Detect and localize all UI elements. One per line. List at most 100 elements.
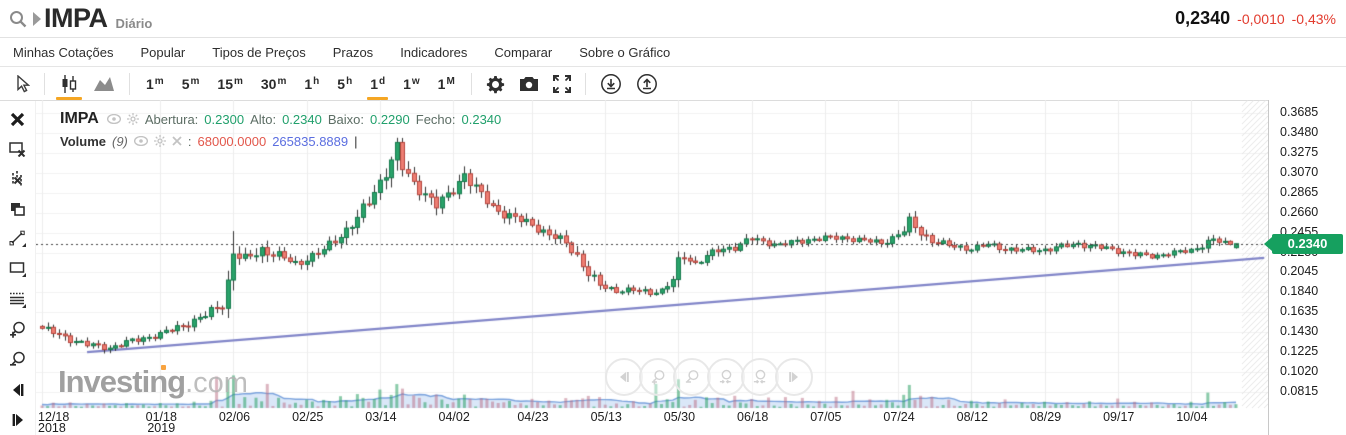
pan-right-icon[interactable]	[775, 358, 813, 396]
interval-1h[interactable]: 1h	[295, 68, 328, 101]
volume-separator: :	[188, 134, 192, 149]
toolbar-separator	[44, 73, 45, 95]
chevron-right-icon	[32, 12, 42, 26]
x-axis-label: 09/17	[1096, 412, 1142, 423]
pan-right-icon[interactable]	[7, 409, 29, 431]
high-value: 0.2340	[282, 112, 322, 127]
menu-comparar[interactable]: Comparar	[494, 45, 552, 60]
y-axis-label: 0.2045	[1280, 264, 1318, 278]
gear-icon[interactable]	[154, 135, 166, 147]
close-label: Fecho:	[416, 112, 456, 127]
settings-gear-icon[interactable]	[479, 68, 512, 101]
chart-nav-controls	[605, 358, 809, 396]
camera-snapshot-icon[interactable]	[512, 68, 546, 101]
x-axis-label: 12/182018	[38, 412, 84, 434]
interval-1d[interactable]: 1d	[361, 68, 394, 101]
y-axis-label: 0.1840	[1280, 284, 1318, 298]
upload-chart-icon[interactable]	[629, 68, 665, 101]
open-label: Abertura:	[145, 112, 198, 127]
menu-prazos[interactable]: Prazos	[333, 45, 373, 60]
volume-label: Volume	[60, 134, 106, 149]
trendline-tool-icon[interactable]	[7, 228, 29, 250]
menu-sobre-o-grafico[interactable]: Sobre o Gráfico	[579, 45, 670, 60]
pan-left-icon[interactable]	[605, 358, 643, 396]
zoom-expand-icon[interactable]	[707, 358, 745, 396]
y-axis-label: 0.1430	[1280, 324, 1318, 338]
zoom-out-icon[interactable]	[7, 349, 29, 371]
y-axis-label: 0.3275	[1280, 145, 1318, 159]
interval-1M[interactable]: 1M	[429, 68, 464, 101]
toolbar-separator	[129, 73, 130, 95]
interval-5m[interactable]: 5m	[173, 68, 209, 101]
pan-left-icon[interactable]	[7, 379, 29, 401]
interval-1m[interactable]: 1m	[137, 68, 173, 101]
chart-toolbar: 1m 5m 15m 30m 1h 5h 1d 1w 1M	[0, 68, 1346, 101]
gear-icon[interactable]	[127, 113, 139, 125]
y-axis[interactable]: 0.36850.34800.32750.30700.28650.26600.24…	[1268, 100, 1346, 435]
legend-pipe: |	[354, 134, 357, 149]
search-icon[interactable]	[8, 9, 28, 29]
zoom-out-icon[interactable]	[673, 358, 711, 396]
x-axis-label: 10/04	[1169, 412, 1215, 423]
low-label: Baixo:	[328, 112, 364, 127]
last-price: 0,2340	[1175, 8, 1230, 29]
y-axis-label: 0.1635	[1280, 304, 1318, 318]
interval-5h[interactable]: 5h	[328, 68, 361, 101]
x-axis: 12/18201801/18201902/0602/2503/1404/0204…	[36, 412, 1268, 435]
download-chart-icon[interactable]	[593, 68, 629, 101]
remove-icon[interactable]	[172, 136, 182, 146]
low-value: 0.2290	[370, 112, 410, 127]
area-chart-icon[interactable]	[86, 68, 122, 101]
shape-tool-icon[interactable]	[7, 258, 29, 280]
x-axis-label: 08/29	[1023, 412, 1069, 423]
y-axis-label: 0.1020	[1280, 364, 1318, 378]
y-axis-label: 0.2865	[1280, 185, 1318, 199]
fullscreen-icon[interactable]	[546, 68, 578, 101]
price-change: -0,0010	[1237, 11, 1284, 27]
y-axis-label: 0.0815	[1280, 384, 1318, 398]
interval-15m[interactable]: 15m	[208, 68, 251, 101]
timeframe-label: Diário	[116, 16, 153, 31]
zoom-in-icon[interactable]	[639, 358, 677, 396]
legend-symbol: IMPA	[60, 110, 99, 128]
menu-minhas-cotacoes[interactable]: Minhas Cotações	[13, 45, 113, 60]
clone-drawing-icon[interactable]	[7, 198, 29, 220]
menu-indicadores[interactable]: Indicadores	[400, 45, 467, 60]
x-axis-label: 01/182019	[138, 412, 184, 434]
menu-tipos-de-precos[interactable]: Tipos de Preços	[212, 45, 305, 60]
x-axis-label: 07/24	[876, 412, 922, 423]
zoom-in-icon[interactable]	[7, 319, 29, 341]
y-axis-label: 0.1225	[1280, 344, 1318, 358]
deselect-drawing-icon[interactable]	[7, 138, 29, 160]
menu-bar: Minhas Cotações Popular Tipos de Preços …	[0, 39, 1346, 67]
interval-30m[interactable]: 30m	[252, 68, 295, 101]
candlestick-chart-icon[interactable]	[52, 68, 86, 101]
menu-popular[interactable]: Popular	[140, 45, 185, 60]
eye-icon[interactable]	[107, 114, 121, 124]
close-icon[interactable]	[7, 108, 29, 130]
toolbar-separator	[585, 73, 586, 95]
current-price-tag: 0.2340	[1272, 234, 1343, 254]
volume-period: (9)	[112, 134, 128, 149]
chart-application: IMPA Diário 0,2340 -0,0010 -0,43% Minhas…	[0, 0, 1346, 435]
interval-1w[interactable]: 1w	[394, 68, 429, 101]
eye-icon[interactable]	[134, 136, 148, 146]
header-bar: IMPA Diário 0,2340 -0,0010 -0,43%	[0, 0, 1346, 38]
symbol-title: IMPA	[44, 3, 108, 34]
fib-retracement-icon[interactable]	[7, 289, 29, 311]
volume-value: 68000.0000	[198, 134, 267, 149]
cursor-icon[interactable]	[8, 68, 37, 101]
toolbar-separator	[471, 73, 472, 95]
y-axis-label: 0.3070	[1280, 165, 1318, 179]
x-axis-label: 08/12	[949, 412, 995, 423]
y-axis-label: 0.3685	[1280, 105, 1318, 119]
x-axis-label: 02/25	[285, 412, 331, 423]
x-axis-label: 04/02	[431, 412, 477, 423]
chart-plot-area: IMPA Abertura: 0.2300 Alto: 0.2340 Baixo…	[36, 100, 1268, 412]
x-axis-label: 03/14	[358, 412, 404, 423]
zoom-contract-icon[interactable]	[741, 358, 779, 396]
x-axis-label: 07/05	[803, 412, 849, 423]
remove-indicators-icon[interactable]	[7, 168, 29, 190]
drawing-tools-sidebar	[0, 101, 36, 435]
price-change-percent: -0,43%	[1292, 11, 1336, 27]
